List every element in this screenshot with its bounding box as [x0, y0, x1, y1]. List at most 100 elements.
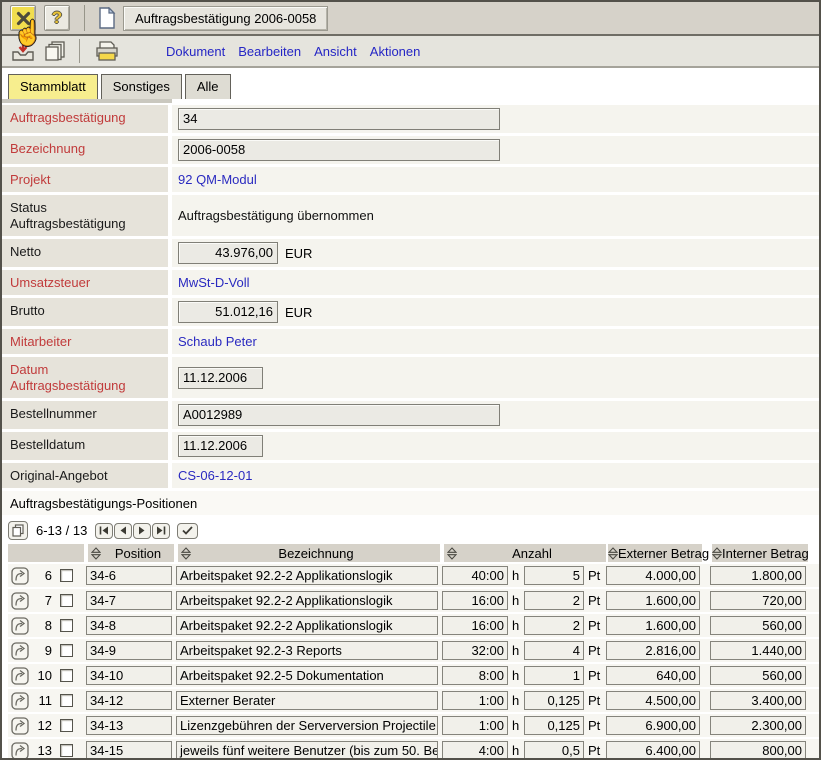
field-link[interactable]: Schaub Peter — [178, 334, 257, 349]
sort-icon[interactable] — [608, 547, 618, 560]
tab-stammblatt[interactable]: Stammblatt — [8, 74, 98, 99]
quantity-field[interactable]: 0,125 — [524, 716, 584, 735]
open-row-button[interactable] — [8, 717, 32, 735]
close-button[interactable] — [10, 5, 36, 31]
internal-amount-field[interactable]: 1.800,00 — [710, 566, 806, 585]
menu-dokument[interactable]: Dokument — [166, 44, 225, 59]
checkin-button[interactable] — [11, 40, 35, 62]
position-field[interactable]: 34-12 — [86, 691, 172, 710]
row-checkbox[interactable] — [60, 744, 73, 757]
field-link[interactable]: MwSt-D-Voll — [178, 275, 250, 290]
quantity-field[interactable]: 0,5 — [524, 741, 584, 760]
row-checkbox[interactable] — [60, 569, 73, 582]
position-field[interactable]: 34-13 — [86, 716, 172, 735]
tab-alle[interactable]: Alle — [185, 74, 231, 99]
bezeichnung-field[interactable]: Arbeitspaket 92.2-2 Applikationslogik — [176, 566, 438, 585]
open-row-button[interactable] — [8, 617, 32, 635]
bezeichnung-field[interactable]: Externer Berater — [176, 691, 438, 710]
quantity-field[interactable]: 4 — [524, 641, 584, 660]
row-checkbox[interactable] — [60, 719, 73, 732]
open-row-button[interactable] — [8, 742, 32, 760]
menu-ansicht[interactable]: Ansicht — [314, 44, 357, 59]
hours-field[interactable]: 1:00 — [442, 716, 508, 735]
row-checkbox[interactable] — [60, 619, 73, 632]
field-link[interactable]: 92 QM-Modul — [178, 172, 257, 187]
row-checkbox[interactable] — [60, 594, 73, 607]
field-content: 11.12.2006 — [172, 432, 819, 460]
quantity-field[interactable]: 2 — [524, 591, 584, 610]
position-field[interactable]: 34-7 — [86, 591, 172, 610]
bezeichnung-field[interactable]: jeweils fünf weitere Benutzer (bis zum 5… — [176, 741, 438, 760]
bezeichnung-field[interactable]: Arbeitspaket 92.2-3 Reports — [176, 641, 438, 660]
quantity-field[interactable]: 2 — [524, 616, 584, 635]
position-field[interactable]: 34-9 — [86, 641, 172, 660]
field-input[interactable]: 2006-0058 — [178, 139, 500, 161]
sort-icon[interactable] — [181, 547, 191, 560]
external-amount-field[interactable]: 6.900,00 — [606, 716, 700, 735]
hours-field[interactable]: 40:00 — [442, 566, 508, 585]
select-all-button[interactable] — [177, 523, 198, 539]
internal-amount-field[interactable]: 560,00 — [710, 666, 806, 685]
open-row-button[interactable] — [8, 692, 32, 710]
internal-amount-field[interactable]: 1.440,00 — [710, 641, 806, 660]
field-input[interactable]: 34 — [178, 108, 500, 130]
tab-sonstiges[interactable]: Sonstiges — [101, 74, 182, 99]
external-amount-field[interactable]: 1.600,00 — [606, 591, 700, 610]
open-row-button[interactable] — [8, 592, 32, 610]
row-checkbox[interactable] — [60, 644, 73, 657]
field-input[interactable]: 51.012,16 — [178, 301, 278, 323]
bezeichnung-field[interactable]: Lizenzgebühren der Serverversion Project… — [176, 716, 438, 735]
quantity-field[interactable]: 0,125 — [524, 691, 584, 710]
open-row-button[interactable] — [8, 642, 32, 660]
hours-field[interactable]: 4:00 — [442, 741, 508, 760]
hours-field[interactable]: 32:00 — [442, 641, 508, 660]
field-input[interactable]: 11.12.2006 — [178, 367, 263, 389]
bezeichnung-field[interactable]: Arbeitspaket 92.2-2 Applikationslogik — [176, 616, 438, 635]
external-amount-field[interactable]: 2.816,00 — [606, 641, 700, 660]
hours-field[interactable]: 1:00 — [442, 691, 508, 710]
external-amount-field[interactable]: 1.600,00 — [606, 616, 700, 635]
field-input[interactable]: A0012989 — [178, 404, 500, 426]
menu-aktionen[interactable]: Aktionen — [370, 44, 421, 59]
quantity-field[interactable]: 5 — [524, 566, 584, 585]
internal-amount-field[interactable]: 720,00 — [710, 591, 806, 610]
copy-button[interactable] — [44, 40, 67, 62]
hours-field[interactable]: 16:00 — [442, 591, 508, 610]
print-button[interactable] — [94, 40, 120, 62]
sort-icon[interactable] — [447, 547, 457, 560]
row-checkbox[interactable] — [60, 694, 73, 707]
sort-icon[interactable] — [712, 547, 722, 560]
external-amount-field[interactable]: 6.400,00 — [606, 741, 700, 760]
first-page-button[interactable] — [95, 523, 113, 539]
external-amount-field[interactable]: 4.000,00 — [606, 566, 700, 585]
internal-amount-field[interactable]: 2.300,00 — [710, 716, 806, 735]
open-row-button[interactable] — [8, 667, 32, 685]
copy-rows-button[interactable] — [8, 521, 28, 540]
hours-field[interactable]: 16:00 — [442, 616, 508, 635]
menu-bearbeiten[interactable]: Bearbeiten — [238, 44, 301, 59]
hours-field[interactable]: 8:00 — [442, 666, 508, 685]
field-input[interactable]: 11.12.2006 — [178, 435, 263, 457]
external-amount-field[interactable]: 640,00 — [606, 666, 700, 685]
position-field[interactable]: 34-10 — [86, 666, 172, 685]
bezeichnung-field[interactable]: Arbeitspaket 92.2-5 Dokumentation — [176, 666, 438, 685]
table-row: 13 34-15 jeweils fünf weitere Benutzer (… — [8, 739, 819, 760]
position-field[interactable]: 34-8 — [86, 616, 172, 635]
internal-amount-field[interactable]: 3.400,00 — [710, 691, 806, 710]
position-field[interactable]: 34-6 — [86, 566, 172, 585]
open-row-button[interactable] — [8, 567, 32, 585]
field-input[interactable]: 43.976,00 — [178, 242, 278, 264]
quantity-field[interactable]: 1 — [524, 666, 584, 685]
row-checkbox[interactable] — [60, 669, 73, 682]
help-button[interactable]: ? — [44, 5, 70, 31]
last-page-button[interactable] — [152, 523, 170, 539]
internal-amount-field[interactable]: 800,00 — [710, 741, 806, 760]
prev-page-button[interactable] — [114, 523, 132, 539]
bezeichnung-field[interactable]: Arbeitspaket 92.2-2 Applikationslogik — [176, 591, 438, 610]
external-amount-field[interactable]: 4.500,00 — [606, 691, 700, 710]
sort-icon[interactable] — [91, 547, 101, 560]
next-page-button[interactable] — [133, 523, 151, 539]
position-field[interactable]: 34-15 — [86, 741, 172, 760]
field-link[interactable]: CS-06-12-01 — [178, 468, 252, 483]
internal-amount-field[interactable]: 560,00 — [710, 616, 806, 635]
